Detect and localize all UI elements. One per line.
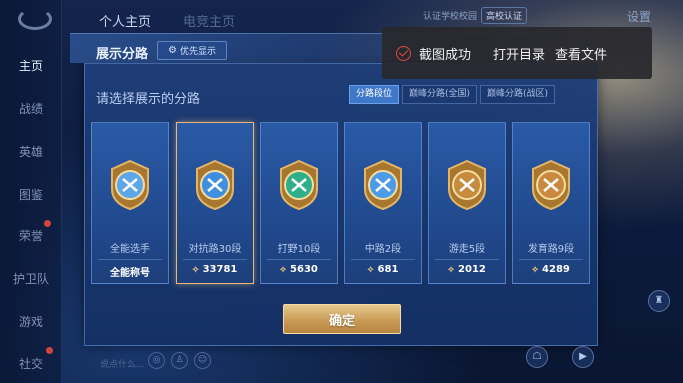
lane-card-score: ⟡ 681 (345, 264, 421, 275)
lane-card-name: 中路2段 (364, 244, 402, 255)
sidebar-item-social[interactable]: 社交 (0, 355, 62, 372)
check-circle-icon (396, 45, 411, 61)
lane-card[interactable]: 游走5段 ⟡ 2012 (428, 122, 506, 284)
points-icon: ⟡ (532, 265, 539, 275)
tab-peak-lane-zone[interactable]: 巅峰分路(战区) (480, 85, 556, 104)
view-file-link[interactable]: 查看文件 (555, 44, 607, 63)
game-logo-icon (18, 8, 52, 30)
play-icon[interactable]: ▶ (572, 346, 594, 368)
lane-card-score-value: 2012 (458, 264, 486, 275)
person-icon[interactable]: ♙ (171, 352, 188, 369)
lane-card[interactable]: 对抗路30段 ⟡ 33781 (176, 122, 254, 284)
gear-icon: ⚙ (168, 45, 177, 56)
lane-card-score: ⟡ 2012 (429, 264, 505, 275)
sidebar-item-guard-team[interactable]: 护卫队 (0, 270, 62, 287)
sidebar-item-heroes[interactable]: 英雄 (0, 143, 62, 160)
allround-badge-icon (107, 159, 153, 211)
lane-card[interactable]: 打野10段 ⟡ 5630 (260, 122, 338, 284)
card-divider (435, 259, 499, 260)
notification-dot-icon (44, 220, 51, 227)
toast-message: 截图成功 (419, 47, 472, 63)
card-divider (98, 259, 162, 260)
lane-card-score-value: 全能称号 (110, 268, 150, 279)
lane-tabs: 分路段位 巅峰分路(全国) 巅峰分路(战区) (349, 85, 556, 104)
open-directory-link[interactable]: 打开目录 (493, 44, 545, 63)
sidebar: 主页 战绩 英雄 图鉴 荣誉 护卫队 游戏 社交 (0, 0, 62, 383)
sidebar-item-games[interactable]: 游戏 (0, 313, 62, 330)
lane-card-score-value: 4289 (542, 264, 570, 275)
lane-card-score: 全能称号 (92, 264, 168, 279)
lane-card[interactable]: 发育路9段 ⟡ 4289 (512, 122, 590, 284)
hero-figure-icon[interactable]: ♜ (648, 290, 670, 312)
farm-lane-badge-icon (528, 159, 574, 211)
card-divider (519, 259, 583, 260)
sidebar-item-honor[interactable]: 荣誉 (0, 227, 62, 244)
card-divider (183, 259, 247, 260)
lane-card-score-value: 33781 (202, 264, 238, 275)
points-icon: ⟡ (192, 265, 199, 275)
priority-display-label: 优先显示 (179, 47, 216, 57)
lane-card-score: ⟡ 4289 (513, 264, 589, 275)
clash-lane-badge-icon (192, 159, 238, 211)
tab-peak-lane-national[interactable]: 巅峰分路(全国) (402, 85, 478, 104)
lane-card-name: 全能选手 (110, 244, 150, 255)
dialog-title: 展示分路 (96, 47, 149, 62)
tab-lane-rank[interactable]: 分路段位 (349, 85, 400, 104)
sidebar-item-codex[interactable]: 图鉴 (0, 186, 62, 203)
card-divider (267, 259, 331, 260)
points-icon: ⟡ (367, 265, 374, 275)
lane-card-score: ⟡ 33781 (177, 264, 253, 275)
notification-dot-icon (46, 347, 53, 354)
mid-lane-badge-icon (360, 159, 406, 211)
lane-card-score: ⟡ 5630 (261, 264, 337, 275)
emoji-icon[interactable]: ☺ (194, 352, 211, 369)
sidebar-item-records[interactable]: 战绩 (0, 100, 62, 117)
bottom-icons: ◎ ♙ ☺ (148, 352, 211, 369)
confirm-button[interactable]: 确定 (283, 304, 401, 334)
lane-card-name: 游走5段 (448, 244, 486, 255)
right-panel-decor: ♜ ☖ ▶ (526, 280, 683, 383)
headset-icon[interactable]: ◎ (148, 352, 165, 369)
lane-card[interactable]: 全能选手 全能称号 (91, 122, 169, 284)
lane-card-name: 发育路9段 (527, 244, 575, 255)
tab-personal-home[interactable]: 个人主页 (99, 11, 151, 30)
dialog-subtitle: 请选择展示的分路 (96, 92, 201, 107)
school-verify-badge[interactable]: 高校认证 (481, 6, 528, 24)
roam-badge-icon (444, 159, 490, 211)
lane-card-name: 对抗路30段 (188, 244, 242, 255)
lane-card-name: 打野10段 (277, 244, 321, 255)
lane-card-score-value: 5630 (290, 264, 318, 275)
priority-display-button[interactable]: ⚙ 优先显示 (157, 41, 227, 60)
verify-text[interactable]: 认证学校校园 (423, 9, 477, 22)
chat-hint[interactable]: 说点什么... (100, 357, 145, 370)
screenshot-toast: 截图成功 打开目录 查看文件 (382, 27, 652, 79)
card-divider (351, 259, 415, 260)
topbar-right: 认证学校校园 高校认证 (423, 6, 528, 24)
run-icon[interactable]: ☖ (526, 346, 548, 368)
lane-card-score-value: 681 (377, 264, 399, 275)
settings-button[interactable]: 设置 (627, 8, 651, 25)
jungle-badge-icon (276, 159, 322, 211)
tab-esports-home[interactable]: 电竞主页 (183, 11, 235, 30)
lane-card[interactable]: 中路2段 ⟡ 681 (344, 122, 422, 284)
sidebar-item-home[interactable]: 主页 (0, 57, 62, 74)
points-icon: ⟡ (280, 265, 287, 275)
points-icon: ⟡ (448, 265, 455, 275)
